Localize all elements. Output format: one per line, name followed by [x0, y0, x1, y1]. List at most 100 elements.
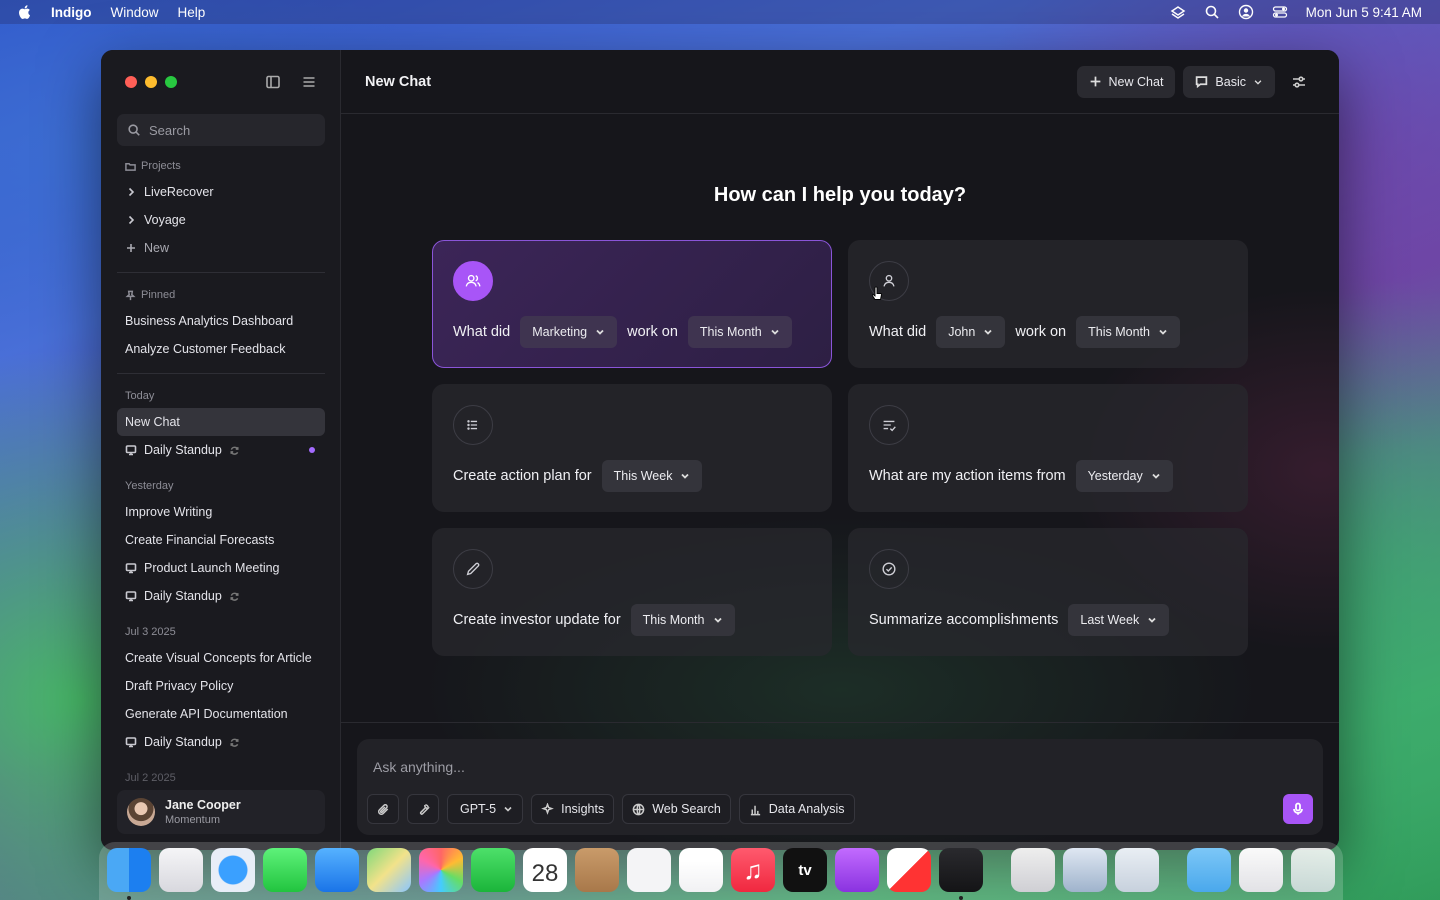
sidebar-item-visual-concepts[interactable]: Create Visual Concepts for Article — [117, 644, 325, 672]
maps-icon[interactable] — [367, 848, 411, 892]
menu-clock[interactable]: Mon Jun 5 9:41 AM — [1306, 5, 1422, 20]
menu-icon[interactable] — [301, 74, 317, 90]
apple-menu-icon[interactable] — [18, 4, 33, 20]
list-icon — [453, 405, 493, 445]
message-input[interactable]: Ask anything... — [373, 759, 465, 775]
prompt-card-action-items[interactable]: What are my action items from Yesterday — [848, 384, 1248, 512]
spotlight-search-icon[interactable] — [1204, 4, 1220, 20]
reminders-icon[interactable] — [627, 848, 671, 892]
new-chat-button[interactable]: New Chat — [1076, 65, 1176, 98]
data-analysis-button[interactable]: Data Analysis — [738, 794, 855, 824]
period-dropdown[interactable]: This Month — [1076, 316, 1180, 348]
prompt-card-team-work[interactable]: What did Marketing work on This Month — [432, 240, 832, 368]
jul2-label: Jul 2 2025 — [125, 772, 176, 784]
sidebar-item-product-launch[interactable]: Product Launch Meeting — [117, 554, 325, 582]
textedit-icon[interactable] — [1011, 848, 1055, 892]
globe-icon — [632, 803, 645, 815]
trash-icon[interactable] — [1291, 848, 1335, 892]
person-dropdown[interactable]: John — [936, 316, 1006, 348]
period-dropdown[interactable]: This Month — [687, 316, 792, 348]
sliders-icon — [1293, 75, 1305, 88]
mode-label: Basic — [1215, 74, 1246, 89]
running-indicator — [959, 896, 963, 900]
sidebar-item-daily-standup[interactable]: Daily Standup — [117, 436, 325, 464]
messages-icon[interactable] — [263, 848, 307, 892]
mode-dropdown[interactable]: Basic — [1183, 65, 1275, 98]
sidebar-item-analyze-feedback[interactable]: Analyze Customer Feedback — [117, 335, 325, 363]
chevron-down-icon — [771, 329, 779, 335]
close-window-button[interactable] — [125, 76, 137, 88]
news-icon[interactable] — [887, 848, 931, 892]
menu-window[interactable]: Window — [111, 5, 159, 20]
prompt-card-action-plan[interactable]: Create action plan for This Week — [432, 384, 832, 512]
tools-button[interactable] — [407, 794, 439, 824]
insights-button[interactable]: Insights — [531, 794, 615, 824]
preview-icon[interactable] — [1063, 848, 1107, 892]
meeting-icon — [125, 445, 137, 456]
model-selector[interactable]: GPT-5 — [447, 794, 524, 824]
sidebar-item-daily-standup[interactable]: Daily Standup — [117, 582, 325, 610]
sidebar-item-improve-writing[interactable]: Improve Writing — [117, 498, 325, 526]
attach-button[interactable] — [367, 794, 399, 824]
period-dropdown[interactable]: Yesterday — [1075, 460, 1173, 492]
sidebar-item-label: Voyage — [144, 213, 186, 227]
period-dropdown[interactable]: Last Week — [1068, 604, 1170, 636]
safari-icon[interactable] — [211, 848, 255, 892]
sidebar-item-business-analytics[interactable]: Business Analytics Dashboard — [117, 307, 325, 335]
menu-help[interactable]: Help — [178, 5, 206, 20]
team-dropdown[interactable]: Marketing — [520, 316, 618, 348]
documents-stack-icon[interactable] — [1239, 848, 1283, 892]
composer-area: Ask anything... GPT-5 Insights Web Searc… — [341, 722, 1339, 850]
sidebar-item-financial-forecasts[interactable]: Create Financial Forecasts — [117, 526, 325, 554]
contacts-icon[interactable] — [575, 848, 619, 892]
podcasts-icon[interactable] — [835, 848, 879, 892]
prompt-card-investor-update[interactable]: Create investor update for This Month — [432, 528, 832, 656]
control-center-icon[interactable] — [1272, 4, 1288, 20]
user-account-icon[interactable] — [1238, 4, 1254, 20]
web-search-button[interactable]: Web Search — [622, 794, 731, 824]
sidebar-item-daily-standup[interactable]: Daily Standup — [117, 728, 325, 756]
sidebar-item-label: Create Financial Forecasts — [125, 533, 275, 547]
sidebar: Search Projects LiveRecover Voyage New P… — [101, 50, 341, 850]
sidebar-item-new-chat[interactable]: New Chat — [117, 408, 325, 436]
photos-icon[interactable] — [419, 848, 463, 892]
period-dropdown[interactable]: This Week — [601, 460, 703, 492]
prompt-card-accomplishments[interactable]: Summarize accomplishments Last Week — [848, 528, 1248, 656]
launchpad-icon[interactable] — [159, 848, 203, 892]
app-status-icon[interactable] — [1170, 4, 1186, 20]
yesterday-label: Yesterday — [125, 480, 174, 492]
pinned-header: Pinned — [117, 283, 325, 307]
menu-app-name[interactable]: Indigo — [51, 5, 92, 20]
apple-tv-icon[interactable]: tv — [783, 848, 827, 892]
sidebar-item-voyage[interactable]: Voyage — [117, 206, 325, 234]
message-composer[interactable]: Ask anything... GPT-5 Insights Web Searc… — [357, 739, 1323, 835]
minimize-window-button[interactable] — [145, 76, 157, 88]
settings-sliders-button[interactable] — [1283, 66, 1315, 98]
chevron-down-icon — [1152, 473, 1160, 479]
sidebar-item-liverecover[interactable]: LiveRecover — [117, 178, 325, 206]
calendar-icon[interactable]: 28 — [523, 848, 567, 892]
jul3-label: Jul 3 2025 — [125, 626, 176, 638]
finder-icon[interactable] — [107, 848, 151, 900]
voice-input-button[interactable] — [1283, 794, 1313, 824]
notes-icon[interactable] — [679, 848, 723, 892]
period-dropdown[interactable]: This Month — [630, 604, 735, 636]
sidebar-search-input[interactable]: Search — [117, 114, 325, 146]
prompt-card-person-work[interactable]: What did John work on This Month — [848, 240, 1248, 368]
downloads-folder-icon[interactable] — [1187, 848, 1231, 892]
folder-stack-icon[interactable] — [1115, 848, 1159, 892]
new-project-button[interactable]: New — [117, 234, 325, 262]
zoom-window-button[interactable] — [165, 76, 177, 88]
facetime-icon[interactable] — [471, 848, 515, 892]
music-icon[interactable]: ♫ — [731, 848, 775, 892]
mail-icon[interactable] — [315, 848, 359, 892]
indigo-app-icon[interactable] — [939, 848, 983, 900]
sidebar-item-api-docs[interactable]: Generate API Documentation — [117, 700, 325, 728]
chevron-down-icon — [1254, 79, 1262, 85]
recurring-icon — [230, 592, 239, 601]
sidebar-item-privacy-policy[interactable]: Draft Privacy Policy — [117, 672, 325, 700]
toggle-sidebar-icon[interactable] — [265, 74, 281, 90]
meeting-icon — [125, 737, 137, 748]
user-profile-button[interactable]: Jane Cooper Momentum — [117, 790, 325, 834]
pill-label: Yesterday — [1087, 469, 1143, 483]
